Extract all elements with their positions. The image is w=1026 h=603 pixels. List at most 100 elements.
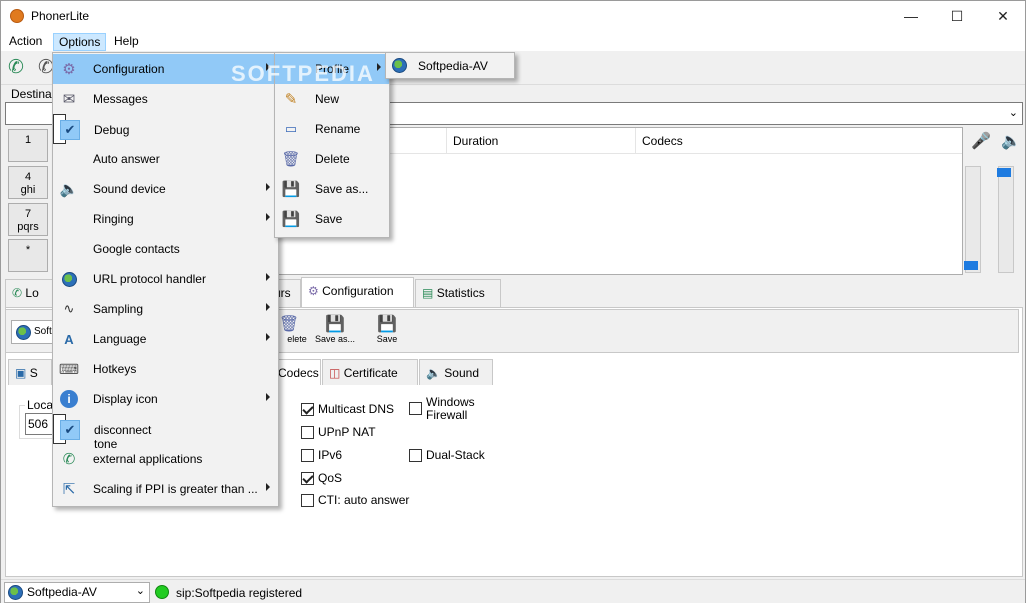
menu-item-softpedia-av[interactable]: Softpedia-AV: [386, 53, 514, 78]
keypad-star-button[interactable]: *: [8, 239, 48, 272]
submenu-arrow-icon: [266, 213, 270, 221]
save-icon: 💾: [281, 211, 301, 228]
menu-item-language[interactable]: A Language: [53, 324, 278, 354]
menu-item-label: Delete: [315, 152, 350, 166]
option-multicast-dns[interactable]: Multicast DNS: [301, 402, 394, 416]
menu-options[interactable]: Options: [53, 33, 107, 51]
mic-volume-slider[interactable]: [964, 166, 981, 273]
language-icon: A: [64, 331, 74, 347]
chevron-down-icon[interactable]: ⌄: [1009, 106, 1018, 119]
tab-configuration[interactable]: ⚙ Configuration: [301, 277, 414, 307]
menu-item-external-applications[interactable]: ✆ external applications: [53, 444, 278, 474]
option-label: Multicast DNS: [318, 402, 395, 416]
chevron-down-icon[interactable]: ⌄: [136, 584, 145, 597]
menu-item-sound-device[interactable]: 🔈 Sound device: [53, 174, 278, 204]
microphone-mute-icon[interactable]: 🎤: [971, 131, 991, 151]
tab-statistics[interactable]: ▤ Statistics: [415, 279, 501, 307]
mic-volume-thumb[interactable]: [964, 261, 978, 270]
column-header-duration[interactable]: Duration: [447, 128, 636, 153]
submenu-arrow-icon: [266, 393, 270, 401]
menu-item-disconnect-tone[interactable]: ✔ disconnect tone: [53, 414, 151, 451]
checkbox[interactable]: [301, 493, 314, 507]
status-bar: Softpedia-AV ⌄ sip:Softpedia registered: [1, 579, 1025, 603]
info-glyph: i: [60, 390, 78, 408]
save-as-profile-button[interactable]: 💾 Save as...: [312, 314, 358, 344]
pencil-icon: ✎: [284, 91, 298, 108]
rename-icon: ▭: [284, 121, 298, 136]
keypad-4-button[interactable]: 4 ghi: [8, 166, 48, 199]
close-button[interactable]: ✕: [980, 1, 1026, 31]
checkbox[interactable]: [301, 471, 314, 485]
menu-item-display-icon[interactable]: i Display icon: [53, 384, 278, 414]
menu-item-google-contacts[interactable]: Google contacts: [53, 234, 278, 264]
tab-label: Sound: [444, 366, 479, 380]
check-icon: ✔: [60, 120, 80, 140]
check-icon: ✔: [60, 420, 80, 440]
menu-item-url-protocol-handler[interactable]: URL protocol handler: [53, 264, 278, 294]
call-icon[interactable]: ✆: [8, 56, 24, 79]
tab-label: S: [29, 366, 38, 380]
menu-item-delete[interactable]: 🗑 Delete: [275, 144, 389, 174]
menu-item-label: Debug: [94, 123, 130, 137]
menu-item-save[interactable]: 💾 Save: [275, 204, 389, 234]
tab-sound[interactable]: 🔈 Sound: [419, 359, 493, 385]
maximize-button[interactable]: ☐: [934, 1, 980, 31]
option-dual-stack[interactable]: Dual-Stack: [409, 448, 485, 462]
keypad-7-button[interactable]: 7 pqrs: [8, 203, 48, 236]
menu-item-sampling[interactable]: ∿ Sampling: [53, 294, 278, 324]
minimize-button[interactable]: —: [888, 1, 934, 31]
menu-item-label: Ringing: [93, 212, 134, 226]
option-ipv6[interactable]: IPv6: [301, 448, 342, 462]
waveform-icon: ∿: [63, 301, 75, 316]
option-windows-firewall[interactable]: Windows Firewall: [409, 396, 486, 422]
info-icon: i: [59, 389, 79, 409]
tab-local[interactable]: ✆ Lo: [5, 279, 55, 307]
menu-item-label: Hotkeys: [93, 362, 137, 376]
column-header-codecs[interactable]: Codecs: [636, 128, 962, 153]
menu-item-save-as[interactable]: 💾 Save as...: [275, 174, 389, 204]
local-port-label: Loca: [25, 398, 56, 412]
tab-label: Statistics: [436, 286, 485, 300]
tab-label: Certificate: [343, 366, 398, 380]
menu-item-scaling[interactable]: ⇱ Scaling if PPI is greater than ...: [53, 474, 278, 504]
tab-label: Codecs: [278, 366, 319, 380]
menu-item-label: Display icon: [93, 392, 158, 406]
menu-item-label: external applications: [93, 452, 203, 466]
menu-item-label: Configuration: [93, 62, 165, 76]
status-profile-select[interactable]: Softpedia-AV ⌄: [4, 582, 150, 603]
tab-certificate[interactable]: ◫ Certificate: [322, 359, 418, 385]
checkbox[interactable]: [409, 402, 422, 415]
menu-item-ringing[interactable]: Ringing: [53, 204, 278, 234]
checkbox[interactable]: [301, 425, 314, 439]
keypad-letters: ghi: [20, 184, 36, 196]
option-cti-auto-answer[interactable]: CTI: auto answer: [301, 493, 409, 507]
menu-item-new[interactable]: ✎ New: [275, 84, 389, 114]
menu-action[interactable]: Action: [4, 33, 47, 51]
speaker-volume-slider[interactable]: [997, 166, 1014, 273]
menu-item-debug[interactable]: ✔ Debug: [53, 114, 129, 144]
option-upnp-nat[interactable]: UPnP NAT: [301, 425, 376, 439]
menu-help[interactable]: Help: [109, 33, 144, 51]
option-label: IPv6: [318, 448, 343, 462]
menu-item-label: Google contacts: [93, 242, 180, 256]
speaker-volume-thumb[interactable]: [997, 168, 1011, 177]
tab-sip-partial[interactable]: ▣ S: [8, 359, 52, 385]
gear-icon: ⚙: [308, 284, 319, 298]
trash-icon: 🗑: [281, 151, 301, 168]
checkbox[interactable]: [409, 448, 422, 462]
keypad-1-button[interactable]: 1: [8, 129, 48, 162]
menu-item-rename[interactable]: ▭ Rename: [275, 114, 389, 144]
menu-item-auto-answer[interactable]: Auto answer: [53, 144, 278, 174]
submenu-arrow-icon: [266, 303, 270, 311]
menu-item-messages[interactable]: ✉ Messages: [53, 84, 278, 114]
checkbox[interactable]: [301, 448, 314, 462]
checkbox[interactable]: [301, 402, 314, 416]
profile-select-label: Soft: [34, 326, 52, 337]
menu-item-label: URL protocol handler: [93, 272, 206, 286]
speaker-mute-icon[interactable]: 🔈: [1001, 131, 1021, 151]
save-profile-button[interactable]: 💾 Save: [364, 314, 410, 344]
app-icon: [10, 9, 24, 23]
menu-item-hotkeys[interactable]: ⌨ Hotkeys: [53, 354, 278, 384]
option-qos[interactable]: QoS: [301, 471, 342, 485]
globe-shape: [61, 271, 77, 287]
